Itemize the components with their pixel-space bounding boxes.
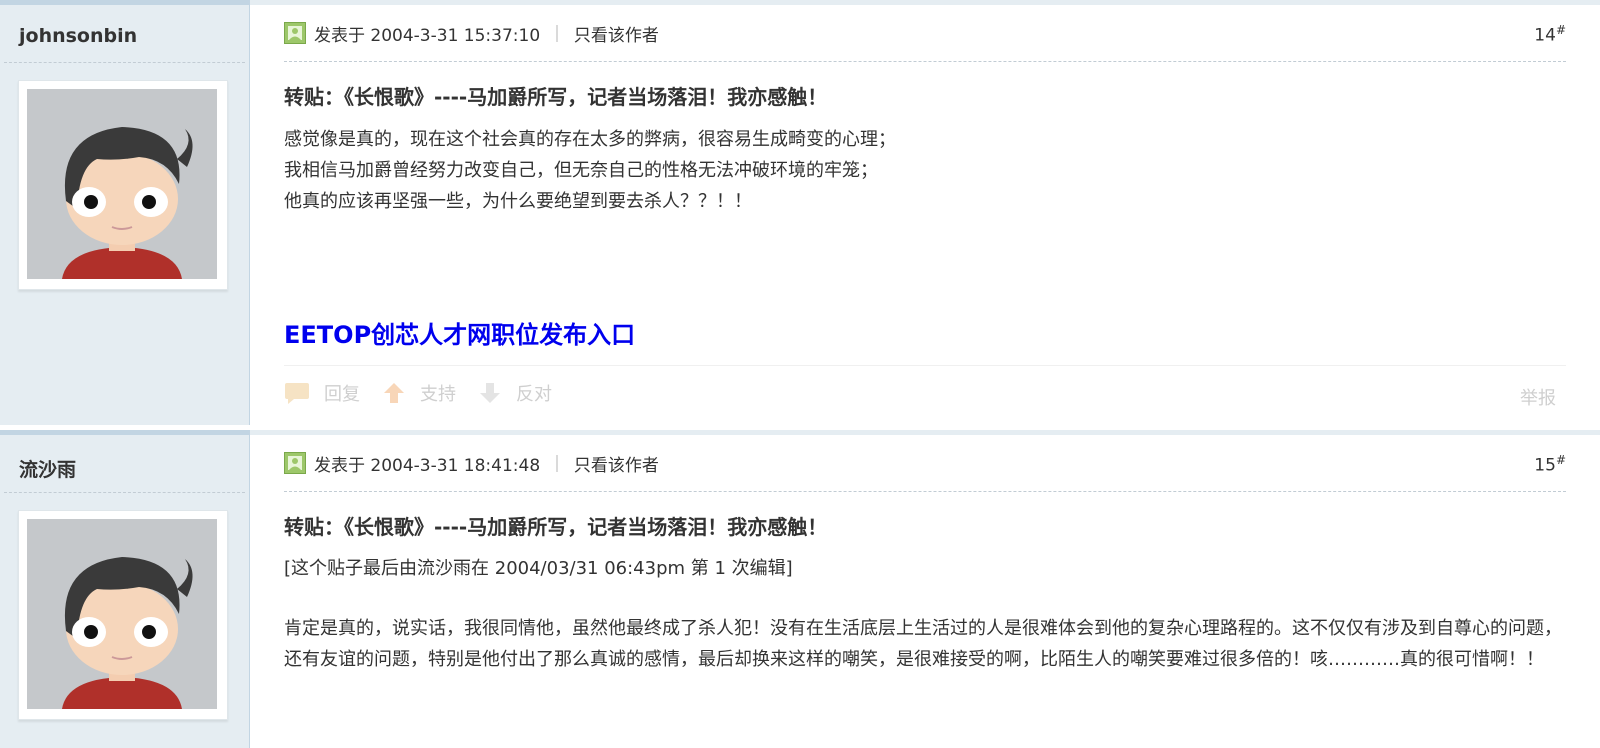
only-author-link[interactable]: 只看该作者 — [574, 451, 659, 476]
sidebar-divider — [4, 62, 245, 63]
reply-icon — [285, 383, 309, 404]
post-body: 感觉像是真的，现在这个社会真的存在太多的弊病，很容易生成畸变的心理； 我相信马加… — [284, 124, 1566, 217]
thumb-down-arrow-icon — [480, 383, 500, 403]
floor-number[interactable]: 15# — [1534, 453, 1566, 476]
post-icon — [284, 22, 306, 44]
meta-divider — [284, 491, 1566, 492]
report-link[interactable]: 举报 — [1520, 384, 1556, 410]
edit-note: [这个贴子最后由流沙雨在 2004/03/31 06:43pm 第 1 次编辑] — [284, 558, 793, 579]
post-14: johnsonbin 发表于 2004-3-31 15:37:10 | 只看该作… — [0, 0, 1600, 425]
post-time: 发表于 2004-3-31 18:41:48 — [314, 455, 541, 476]
reply-button[interactable]: 回复 — [284, 380, 360, 406]
oppose-button[interactable]: 反对 — [478, 380, 552, 406]
avatar-image — [27, 89, 217, 279]
meta-pipe: | — [554, 453, 560, 473]
support-button[interactable]: 支持 — [382, 380, 456, 406]
author-name[interactable]: 流沙雨 — [19, 455, 76, 482]
post-meta: 发表于 2004-3-31 15:37:10 | 只看该作者 — [284, 19, 659, 47]
promo-link[interactable]: EETOP创芯人才网职位发布入口 — [284, 315, 635, 350]
author-sidebar: johnsonbin — [0, 5, 250, 425]
actions-divider — [284, 365, 1566, 366]
post-meta: 发表于 2004-3-31 18:41:48 | 只看该作者 — [284, 449, 659, 477]
post-body: 肯定是真的，说实话，我很同情他，虽然他最终成了杀人犯！没有在生活底层上生活过的人… — [284, 618, 1562, 670]
post-title: 转贴：《长恨歌》----马加爵所写，记者当场落泪！我亦感触！ — [284, 85, 828, 109]
avatar[interactable] — [18, 80, 228, 290]
post-15: 流沙雨 发表于 2004-3-31 18:41:48 | 只看该作者 15# 转… — [0, 430, 1600, 748]
floor-number[interactable]: 14# — [1534, 23, 1566, 46]
post-title: 转贴：《长恨歌》----马加爵所写，记者当场落泪！我亦感触！ — [284, 515, 828, 539]
author-name[interactable]: johnsonbin — [19, 25, 137, 47]
post-time: 发表于 2004-3-31 15:37:10 — [314, 25, 541, 46]
meta-divider — [284, 61, 1566, 62]
only-author-link[interactable]: 只看该作者 — [574, 21, 659, 46]
sidebar-divider — [4, 492, 245, 493]
body-line: 我相信马加爵曾经努力改变自己，但无奈自己的性格无法冲破环境的牢笼； — [284, 160, 878, 181]
avatar[interactable] — [18, 510, 228, 720]
post-icon — [284, 452, 306, 474]
post-content: 发表于 2004-3-31 15:37:10 | 只看该作者 14# 转贴：《长… — [284, 5, 1566, 425]
author-sidebar: 流沙雨 — [0, 435, 250, 748]
post-content: 发表于 2004-3-31 18:41:48 | 只看该作者 15# 转贴：《长… — [284, 435, 1566, 748]
body-line: 他真的应该再坚强一些，为什么要绝望到要去杀人？？！！ — [284, 191, 752, 212]
post-actions: 回复 支持 反对 — [284, 380, 574, 406]
avatar-image — [27, 519, 217, 709]
body-line: 感觉像是真的，现在这个社会真的存在太多的弊病，很容易生成畸变的心理； — [284, 129, 896, 150]
meta-pipe: | — [554, 23, 560, 43]
thumb-up-arrow-icon — [384, 383, 404, 403]
